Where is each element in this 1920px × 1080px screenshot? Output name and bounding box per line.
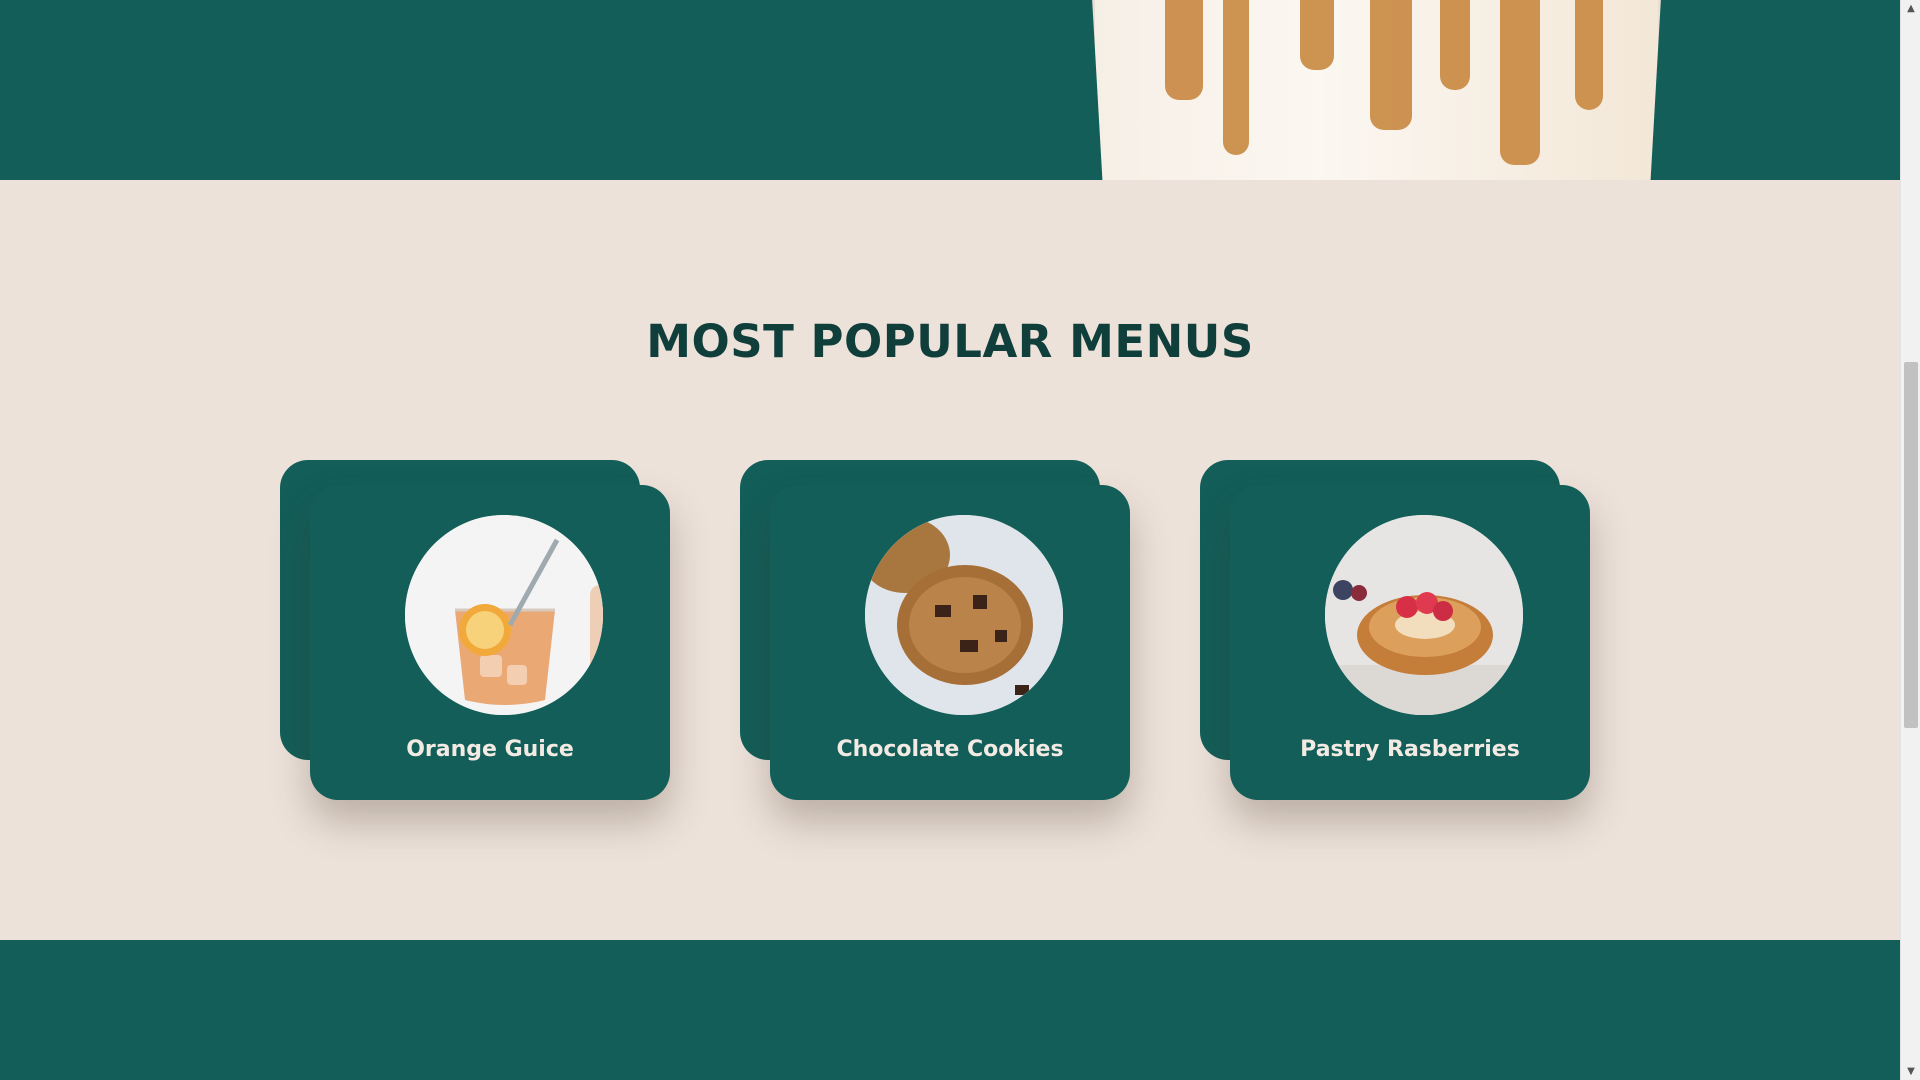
- menu-card-pastry-rasberries[interactable]: Pastry Rasberries: [1200, 460, 1590, 800]
- section-title: MOST POPULAR MENUS: [646, 315, 1254, 368]
- card-front-layer: Orange Guice: [310, 485, 670, 800]
- footer-band: [0, 940, 1900, 1080]
- card-front-layer: Pastry Rasberries: [1230, 485, 1590, 800]
- menu-item-label: Orange Guice: [406, 737, 574, 762]
- orange-drink-image: [405, 515, 603, 715]
- triangle-down-icon[interactable]: ▼: [1901, 1063, 1920, 1080]
- card-front-layer: Chocolate Cookies: [770, 485, 1130, 800]
- raspberry-pastry-image: [1325, 515, 1523, 715]
- chocolate-cookies-image: [865, 515, 1063, 715]
- triangle-up-icon[interactable]: ▲: [1901, 0, 1920, 17]
- menu-item-label: Chocolate Cookies: [836, 737, 1064, 762]
- page: MOST POPULAR MENUS Orange Guice Chocolat…: [0, 0, 1900, 1080]
- hero-banner: [0, 0, 1900, 180]
- caramel-frappe-image: [1091, 0, 1662, 180]
- menu-card-chocolate-cookies[interactable]: Chocolate Cookies: [740, 460, 1130, 800]
- vertical-scrollbar[interactable]: ▲ ▼: [1900, 0, 1920, 1080]
- menu-item-label: Pastry Rasberries: [1300, 737, 1520, 762]
- menu-card-orange-guice[interactable]: Orange Guice: [280, 460, 670, 800]
- scrollbar-thumb[interactable]: [1904, 362, 1918, 728]
